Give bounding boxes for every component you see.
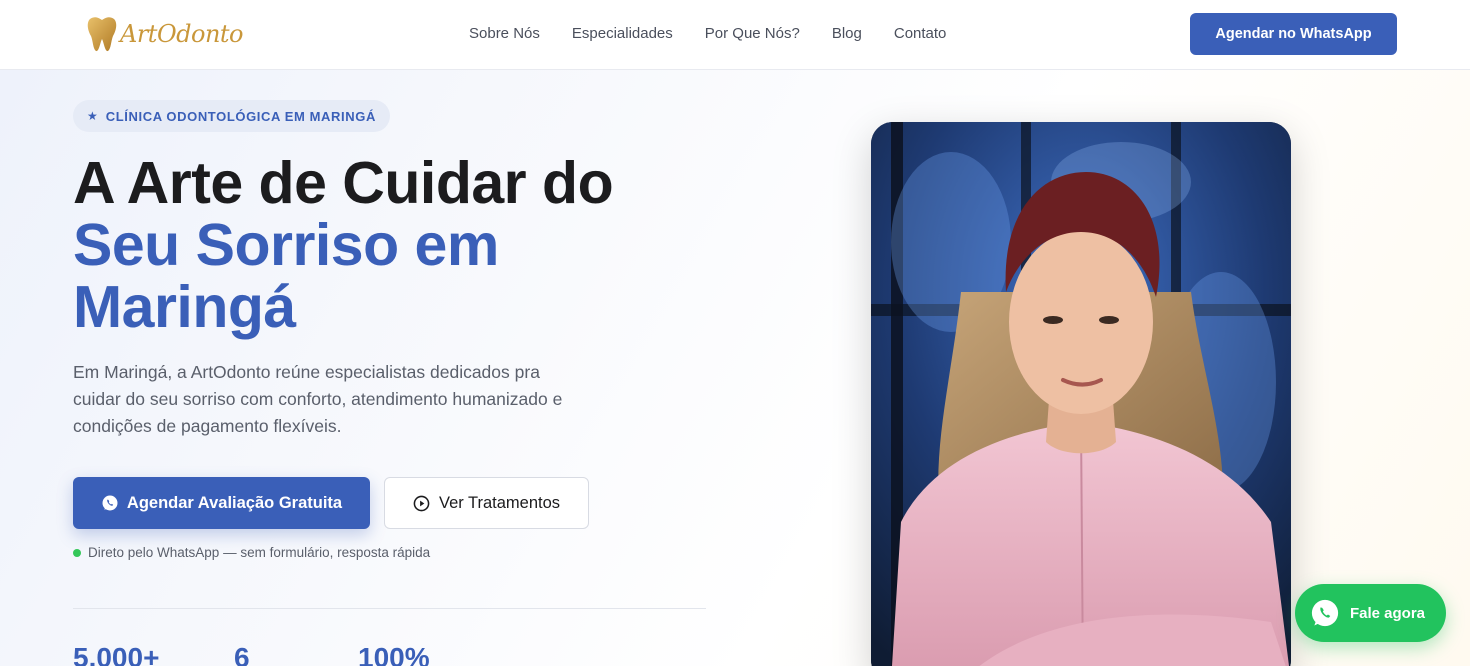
stats-row: 5.000+ 6 100% [73,642,430,666]
site-header: ArtOdonto Sobre Nós Especialidades Por Q… [0,0,1470,70]
dentist-photo [871,122,1291,666]
nav-contato[interactable]: Contato [894,24,947,44]
logo-text: ArtOdonto [120,20,244,48]
tooth-logo-icon [87,17,117,52]
nav-especialidades[interactable]: Especialidades [572,24,673,44]
schedule-evaluation-label: Agendar Avaliação Gratuita [126,493,343,512]
dentist-portrait-image [871,122,1291,666]
badge-label: CLÍNICA ODONTOLÓGICA EM MARINGÁ [105,108,376,124]
star-icon: ★ [87,109,98,123]
stat-patients: 5.000+ [73,642,160,666]
whatsapp-schedule-button[interactable]: Agendar no WhatsApp [1190,13,1397,55]
floating-whatsapp-label: Fale agora [1350,604,1426,622]
logo[interactable]: ArtOdonto [86,14,244,54]
main-nav: Sobre Nós Especialidades Por Que Nós? Bl… [469,24,946,44]
headline-line-2: Seu Sorriso em [73,212,499,278]
view-treatments-button[interactable]: Ver Tratamentos [384,477,589,529]
hero-description: Em Maringá, a ArtOdonto reúne especialis… [73,362,563,436]
play-circle-icon [413,495,430,511]
headline-line-3: Maringá [73,274,296,340]
location-badge: ★ CLÍNICA ODONTOLÓGICA EM MARINGÁ [73,100,390,132]
view-treatments-label: Ver Tratamentos [438,493,561,512]
stats-divider [73,608,706,609]
whatsapp-note: Direto pelo WhatsApp — sem formulário, r… [73,545,430,560]
stat-specialists: 6 [234,642,250,666]
schedule-evaluation-button[interactable]: Agendar Avaliação Gratuita [73,477,370,529]
stat-percent: 100% [358,642,430,666]
floating-whatsapp-button[interactable]: Fale agora [1295,584,1446,642]
whatsapp-note-text: Direto pelo WhatsApp — sem formulário, r… [88,545,431,560]
status-dot [73,548,81,557]
headline-line-1: A Arte de Cuidar do [73,150,614,216]
whatsapp-icon [1311,599,1339,627]
nav-por-que-nos[interactable]: Por Que Nós? [705,24,800,44]
hero-headline: A Arte de Cuidar do Seu Sorriso em Marin… [73,152,713,338]
hero-section: ★ CLÍNICA ODONTOLÓGICA EM MARINGÁ A Arte… [0,70,1470,666]
nav-sobre-nos[interactable]: Sobre Nós [469,24,540,44]
nav-blog[interactable]: Blog [832,24,862,44]
whatsapp-icon [102,495,118,511]
